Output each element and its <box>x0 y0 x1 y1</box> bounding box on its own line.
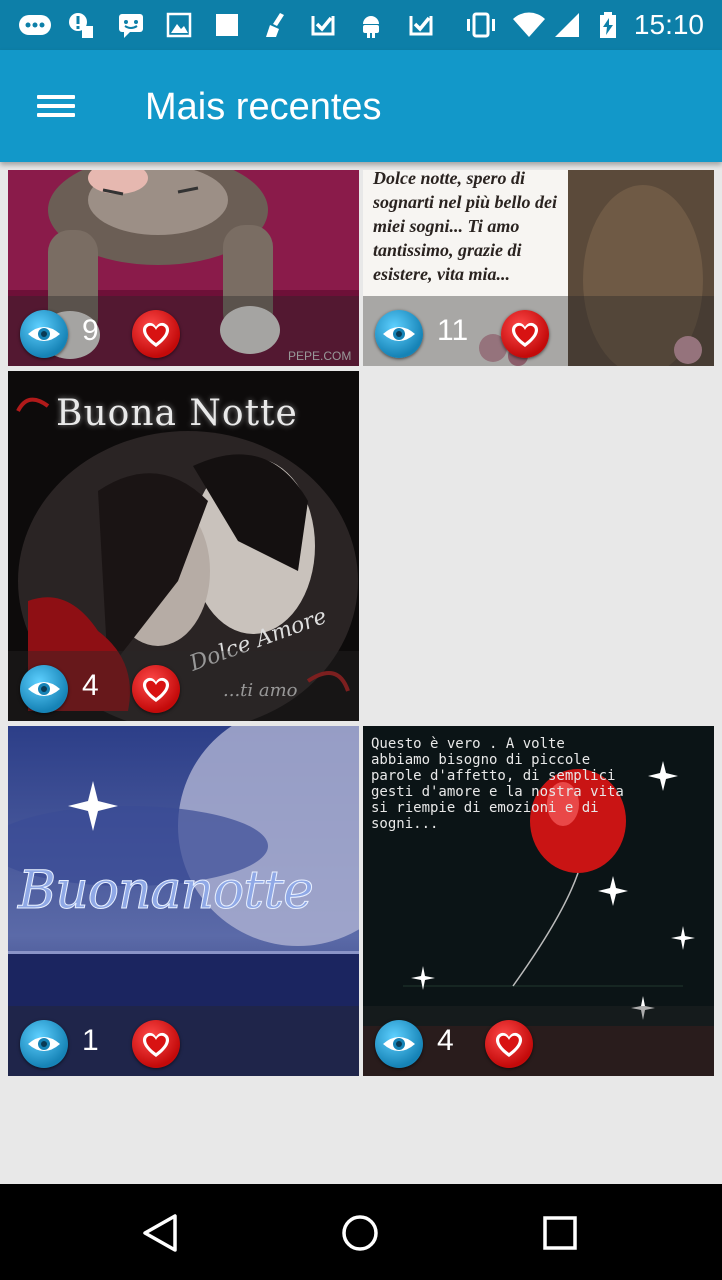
heart-icon[interactable] <box>132 310 180 358</box>
image-card[interactable]: PEPE.COM 9 <box>8 170 359 366</box>
view-count: 11 <box>437 314 469 347</box>
heart-icon[interactable] <box>132 1020 180 1068</box>
eye-icon <box>375 1020 423 1068</box>
view-count: 4 <box>82 669 99 702</box>
signal-icon <box>555 13 579 37</box>
recents-square-icon[interactable] <box>533 1206 587 1260</box>
eye-icon <box>20 665 68 713</box>
page-title: Mais recentes <box>145 86 382 128</box>
eye-icon <box>20 310 68 358</box>
check-app-icon <box>311 16 335 36</box>
eye-icon <box>375 310 423 358</box>
square-icon <box>216 14 238 36</box>
check-app-icon <box>409 16 433 36</box>
view-count: 9 <box>82 314 99 347</box>
view-count: 1 <box>82 1024 99 1057</box>
eye-icon <box>20 1020 68 1068</box>
messenger-icon <box>19 15 51 35</box>
navigation-bar <box>0 1184 722 1280</box>
heart-icon[interactable] <box>501 310 549 358</box>
image-card[interactable]: Questo è vero . A volte abbiamo bisogno … <box>363 726 714 1076</box>
view-count: 4 <box>437 1024 454 1057</box>
hamburger-menu-icon[interactable] <box>26 78 86 134</box>
wifi-icon <box>513 12 545 37</box>
card-image-text: Buona Notte <box>56 393 298 434</box>
heart-icon[interactable] <box>132 665 180 713</box>
status-time: 15:10 <box>633 9 704 40</box>
android-icon <box>363 16 379 38</box>
image-icon <box>166 12 192 38</box>
card-image-text: Questo è vero . A volte abbiamo bisogno … <box>371 736 624 832</box>
card-image-text: Buonanotte <box>18 861 315 922</box>
app-bar: Mais recentes <box>0 50 722 162</box>
card-image-text: Dolce notte, spero di sognarti nel più b… <box>373 170 558 284</box>
home-circle-icon[interactable] <box>333 1206 387 1260</box>
battery-charging-icon <box>600 12 616 38</box>
chat-icon <box>119 14 143 38</box>
image-card[interactable]: Buonanotte 1 <box>8 726 359 1076</box>
broom-icon <box>266 13 284 37</box>
vibrate-icon <box>467 12 495 38</box>
image-card[interactable]: Dolce Amore ...ti amo Buona Notte 4 <box>8 371 359 721</box>
heart-icon[interactable] <box>485 1020 533 1068</box>
back-triangle-icon[interactable] <box>133 1206 187 1260</box>
status-bar: 15:10 <box>0 0 722 50</box>
alert-icon <box>69 13 93 38</box>
image-card[interactable]: Dolce notte, spero di sognarti nel più b… <box>363 170 714 366</box>
